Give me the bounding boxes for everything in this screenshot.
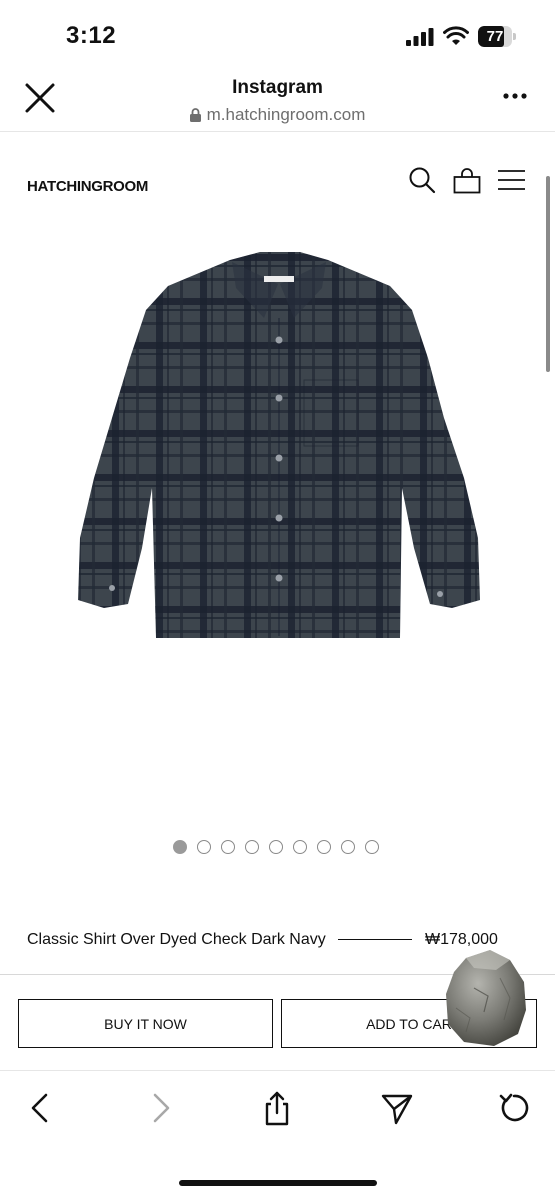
status-time: 3:12: [66, 22, 117, 49]
carousel-dot[interactable]: [197, 840, 211, 854]
carousel-dot[interactable]: [341, 840, 355, 854]
lock-icon: [189, 108, 201, 122]
carousel-dot[interactable]: [221, 840, 235, 854]
scrollbar[interactable]: [546, 176, 550, 372]
carousel-dot[interactable]: [269, 840, 283, 854]
product-name: Classic Shirt Over Dyed Check Dark Navy: [27, 931, 326, 948]
browser-url[interactable]: m.hatchingroom.com: [0, 105, 555, 125]
carousel-dot[interactable]: [317, 840, 331, 854]
toolbar-divider: [0, 1070, 555, 1071]
reload-icon[interactable]: [497, 1090, 531, 1126]
carousel-dots: [173, 840, 379, 854]
back-icon[interactable]: [24, 1090, 58, 1126]
price-separator: [338, 939, 412, 940]
forward-icon[interactable]: [143, 1090, 177, 1126]
browser-title: Instagram: [232, 77, 323, 98]
wifi-icon: [443, 26, 469, 45]
share-icon[interactable]: [260, 1090, 294, 1126]
send-icon[interactable]: [380, 1090, 414, 1126]
carousel-dot[interactable]: [293, 840, 307, 854]
buy-it-now-button[interactable]: BUY IT NOW: [18, 999, 273, 1048]
site-logo[interactable]: HATCHINGROOM: [27, 178, 148, 195]
product-price: ₩178,000: [425, 931, 498, 948]
menu-icon[interactable]: [497, 168, 526, 192]
rock-sticker: [446, 950, 526, 1046]
carousel-dot[interactable]: [245, 840, 259, 854]
search-icon[interactable]: [408, 166, 436, 194]
battery-percent: 77: [486, 28, 504, 45]
browser-header: Instagram m.hatchingroom.com: [0, 70, 555, 132]
product-image[interactable]: [60, 248, 490, 640]
url-text: m.hatchingroom.com: [206, 105, 366, 124]
cellular-signal-icon: [406, 28, 434, 46]
carousel-dot[interactable]: [365, 840, 379, 854]
carousel-dot[interactable]: [173, 840, 187, 854]
battery-indicator: 77: [478, 26, 516, 47]
status-bar: 3:12 77: [0, 0, 555, 70]
shopping-bag-icon[interactable]: [453, 168, 481, 194]
home-indicator[interactable]: [179, 1180, 377, 1186]
more-icon[interactable]: [500, 86, 530, 106]
